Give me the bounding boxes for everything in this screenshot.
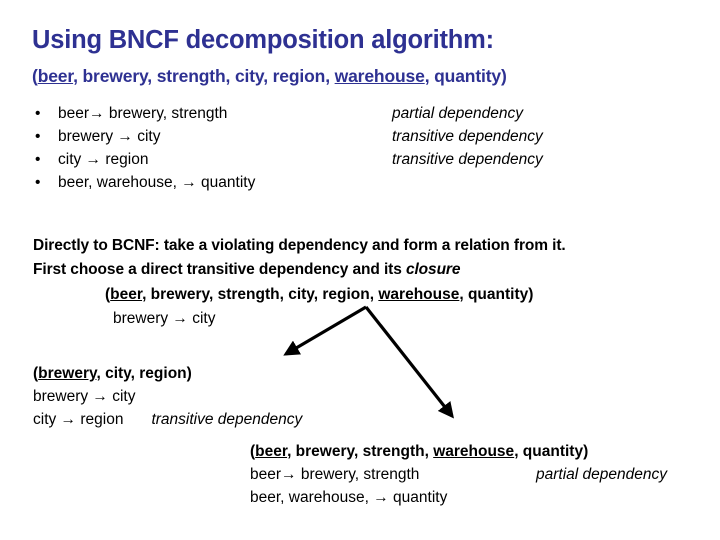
bullet-dot-icon: • bbox=[35, 105, 41, 122]
left-attributes-close: , city, region) bbox=[96, 365, 192, 382]
list-item: • city → region transitive dependency bbox=[30, 148, 690, 171]
bullet-dot-icon: • bbox=[35, 151, 41, 168]
source-attributes-middle: , brewery, strength, city, region, bbox=[142, 286, 379, 303]
bullet-dot-icon: • bbox=[35, 174, 41, 191]
left-dependency-2-row: city → region transitive dependency bbox=[33, 408, 302, 431]
dependency-text: brewery → city bbox=[58, 128, 161, 145]
page-title-text: Using BNCF decomposition algorithm: bbox=[32, 26, 494, 54]
right-key-warehouse: warehouse bbox=[433, 443, 515, 460]
source-close-paren: , quantity) bbox=[459, 286, 534, 303]
dependency-text: city → region bbox=[58, 151, 149, 168]
instructions-line-2-prefix: First choose a direct transitive depende… bbox=[33, 261, 406, 278]
dependency-annotation: transitive dependency bbox=[392, 128, 543, 145]
right-dependency-2: beer, warehouse, → quantity bbox=[250, 489, 448, 506]
right-relation-schema: (beer, brewery, strength, warehouse, qua… bbox=[250, 440, 588, 463]
left-key-brewery: brewery bbox=[38, 365, 97, 382]
subtitle-relation-schema: (beer, brewery, strength, city, region, … bbox=[32, 66, 507, 87]
source-key-warehouse: warehouse bbox=[378, 286, 460, 303]
subtitle-key-beer: beer bbox=[37, 66, 74, 86]
right-attributes-middle: , brewery, strength, bbox=[287, 443, 434, 460]
page-title: Using BNCF decomposition algorithm: bbox=[32, 26, 494, 55]
instructions-line-2: First choose a direct transitive depende… bbox=[33, 258, 713, 282]
dependency-text: beer, warehouse, → quantity bbox=[58, 174, 256, 191]
instructions-line-1: Directly to BCNF: take a violating depen… bbox=[33, 237, 566, 254]
arrow-to-left-relation bbox=[283, 305, 367, 356]
dependency-annotation: transitive dependency bbox=[392, 151, 543, 168]
left-relation-schema: (brewery, city, region) bbox=[33, 362, 302, 385]
right-dependency-1: beer→ brewery, strength bbox=[250, 466, 420, 483]
source-key-beer: beer bbox=[110, 286, 143, 303]
list-item: • beer→ brewery, strength partial depend… bbox=[30, 102, 690, 125]
subtitle-close-paren: , quantity) bbox=[424, 66, 507, 86]
subtitle-attributes-middle: , brewery, strength, city, region, bbox=[73, 66, 335, 86]
left-dependency-annotation: transitive dependency bbox=[151, 411, 303, 428]
right-dependency-1-row: beer→ brewery, strength partial dependenc… bbox=[250, 463, 667, 486]
right-dependency-annotation: partial dependency bbox=[536, 466, 667, 483]
arrow-to-right-relation bbox=[364, 306, 454, 419]
list-item: • beer, warehouse, → quantity bbox=[30, 171, 690, 194]
left-dependency-2: city → region bbox=[33, 411, 124, 428]
bcnf-instructions-paragraph: Directly to BCNF: take a violating depen… bbox=[33, 234, 713, 282]
left-decomposed-relation-block: (brewery, city, region) brewery → city c… bbox=[33, 362, 302, 431]
right-decomposed-relation-block: (beer, brewery, strength, warehouse, qua… bbox=[250, 440, 667, 509]
subtitle-key-warehouse: warehouse bbox=[334, 66, 425, 86]
dependency-text: beer→ brewery, strength bbox=[58, 105, 228, 122]
right-attributes-close: , quantity) bbox=[514, 443, 589, 460]
chosen-dependency: brewery → city bbox=[113, 310, 216, 327]
right-key-beer: beer bbox=[255, 443, 288, 460]
dependency-bullet-list: • beer→ brewery, strength partial depend… bbox=[30, 102, 690, 194]
list-item: • brewery → city transitive dependency bbox=[30, 125, 690, 148]
bullet-dot-icon: • bbox=[35, 128, 41, 145]
slide-canvas: Using BNCF decomposition algorithm: (bee… bbox=[0, 0, 720, 540]
left-dependency-1: brewery → city bbox=[33, 388, 136, 405]
dependency-annotation: partial dependency bbox=[392, 105, 523, 122]
instructions-closure-emphasis: closure bbox=[405, 261, 461, 278]
source-relation-schema: (beer, brewery, strength, city, region, … bbox=[105, 286, 533, 304]
